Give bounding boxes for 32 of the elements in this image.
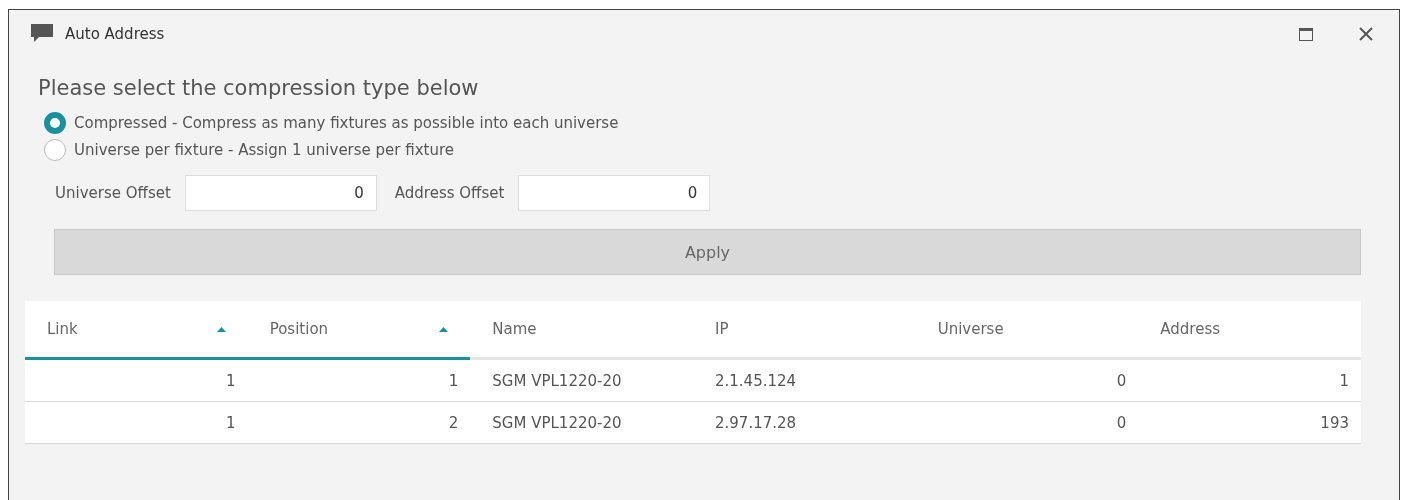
table-cell: 1 (25, 360, 248, 402)
table-cell: 0 (915, 402, 1139, 444)
window-title: Auto Address (65, 25, 166, 43)
column-header[interactable]: Universe (915, 301, 1139, 360)
table-cell: 193 (1138, 402, 1361, 444)
field-label: Universe Offset (55, 184, 171, 202)
maximize-icon (1299, 27, 1313, 41)
table-cell: 2.97.17.28 (693, 402, 916, 444)
table-cell: 1 (247, 360, 471, 402)
column-header[interactable]: Name (470, 301, 693, 360)
table-cell: 2 (247, 402, 471, 444)
table-cell: SGM VPL1220-20 (470, 402, 693, 444)
field-label: Address Offset (394, 184, 505, 202)
table-cell: 1 (25, 402, 248, 444)
table-cell: 1 (1138, 360, 1361, 402)
sort-arrow-icon (439, 326, 449, 332)
close-icon (1359, 27, 1373, 41)
table-cell: SGM VPL1220-20 (470, 360, 693, 402)
radio-option[interactable]: Universe per fixture - Assign 1 universe per fixture (44, 139, 1361, 161)
sort-arrow-icon (216, 326, 226, 332)
column-header[interactable]: Position (247, 301, 471, 360)
column-header[interactable]: Address (1138, 301, 1361, 360)
radio-option[interactable]: Compressed - Compress as many fixtures as possible into each universe (44, 112, 1361, 134)
heading: Please select the compression type below (38, 76, 480, 100)
column-header[interactable]: IP (693, 301, 916, 360)
apply-button[interactable]: Apply (54, 229, 1361, 275)
table-cell: 0 (915, 360, 1139, 402)
offset-field[interactable]: 0 (518, 175, 711, 211)
column-header[interactable]: Link (25, 301, 248, 360)
offset-field[interactable]: 0 (184, 175, 377, 211)
speech-bubble-icon (31, 24, 53, 44)
table-cell: 2.1.45.124 (693, 360, 916, 402)
